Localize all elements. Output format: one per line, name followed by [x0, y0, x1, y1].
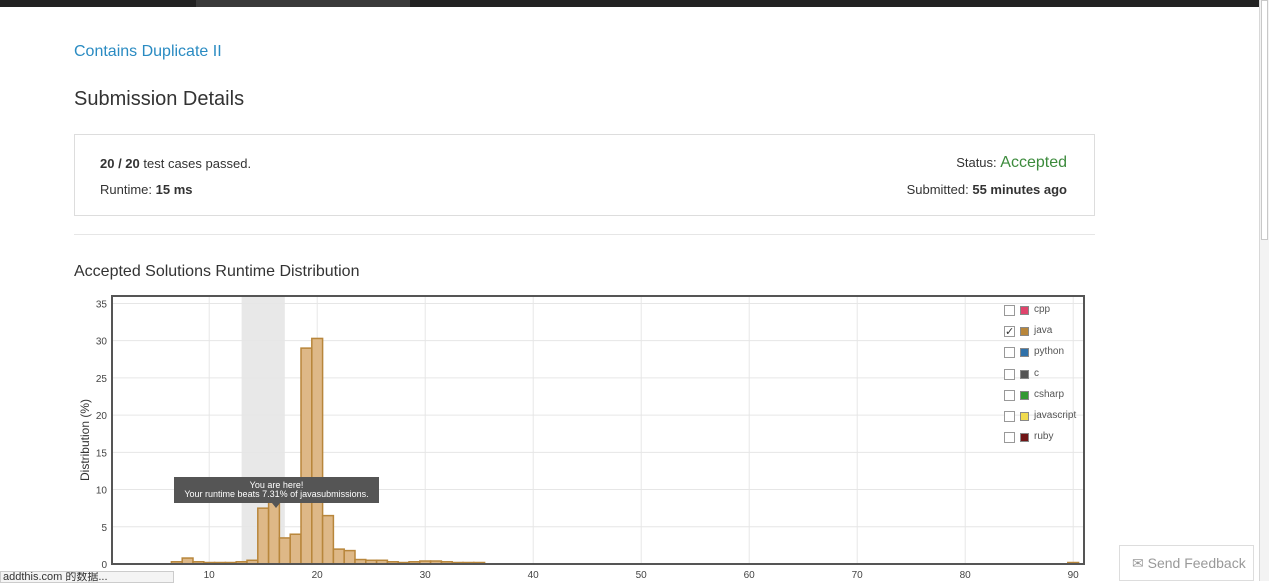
legend-swatch	[1020, 433, 1029, 443]
legend-swatch	[1020, 327, 1029, 337]
legend-label: cpp	[1034, 304, 1051, 315]
java-bar	[321, 514, 335, 565]
legend-checkbox[interactable]	[1004, 368, 1015, 380]
x-tick-label: 30	[420, 570, 432, 581]
legend-checkbox[interactable]	[1004, 305, 1015, 316]
you-are-here-tooltip: You are here! Your runtime beats 7.31% o…	[174, 477, 379, 508]
legend-label: python	[1034, 346, 1065, 358]
legend-swatch	[1020, 348, 1029, 358]
legend-label: c	[1034, 367, 1039, 379]
java-bar	[332, 548, 345, 565]
x-tick-label: 80	[960, 570, 972, 581]
y-tick-label: 35	[96, 299, 108, 310]
x-tick-label: 90	[1068, 570, 1080, 581]
legend-checkbox[interactable]	[1004, 411, 1015, 422]
legend-swatch	[1020, 369, 1029, 379]
legend-swatch	[1020, 306, 1029, 315]
legend-checkbox[interactable]	[1004, 347, 1015, 359]
legend-label: ruby	[1034, 431, 1054, 443]
y-tick-label: 15	[96, 448, 108, 459]
java-bar	[343, 549, 356, 565]
x-tick-label: 40	[528, 570, 540, 581]
java-bar	[311, 337, 324, 565]
send-feedback-label: Send Feedback	[1147, 555, 1246, 571]
legend-checkbox[interactable]: ✓	[1004, 326, 1015, 338]
legend-label: csharp	[1034, 388, 1065, 400]
legend-swatch	[1020, 390, 1029, 400]
browser-status-bar: addthis.com 的数据...	[0, 571, 174, 583]
java-bar	[278, 537, 291, 565]
y-tick-label: 10	[96, 486, 108, 497]
y-tick-label: 5	[101, 523, 107, 534]
send-feedback-button[interactable]: ✉ Send Feedback	[1119, 545, 1254, 581]
y-axis-label: Distribution (%)	[78, 399, 92, 481]
legend-checkbox[interactable]	[1004, 389, 1015, 401]
x-tick-label: 70	[852, 570, 864, 581]
y-tick-label: 0	[101, 560, 107, 571]
java-bar	[257, 507, 270, 565]
legend-label: javascript	[1034, 410, 1077, 421]
java-bar	[289, 533, 302, 565]
x-tick-label: 60	[744, 570, 756, 581]
y-tick-label: 25	[96, 374, 108, 385]
legend-checkbox[interactable]	[1004, 432, 1015, 444]
java-bar	[300, 347, 313, 565]
tooltip-detail: Your runtime beats 7.31% of javasubmissi…	[184, 489, 369, 499]
legend-swatch	[1020, 412, 1029, 421]
x-tick-label: 20	[312, 570, 324, 581]
envelope-icon: ✉	[1132, 555, 1144, 571]
y-tick-label: 20	[96, 411, 108, 422]
y-tick-label: 30	[96, 337, 108, 348]
x-tick-label: 10	[204, 570, 216, 581]
legend-label: java	[1034, 325, 1053, 337]
x-tick-label: 50	[636, 570, 648, 581]
